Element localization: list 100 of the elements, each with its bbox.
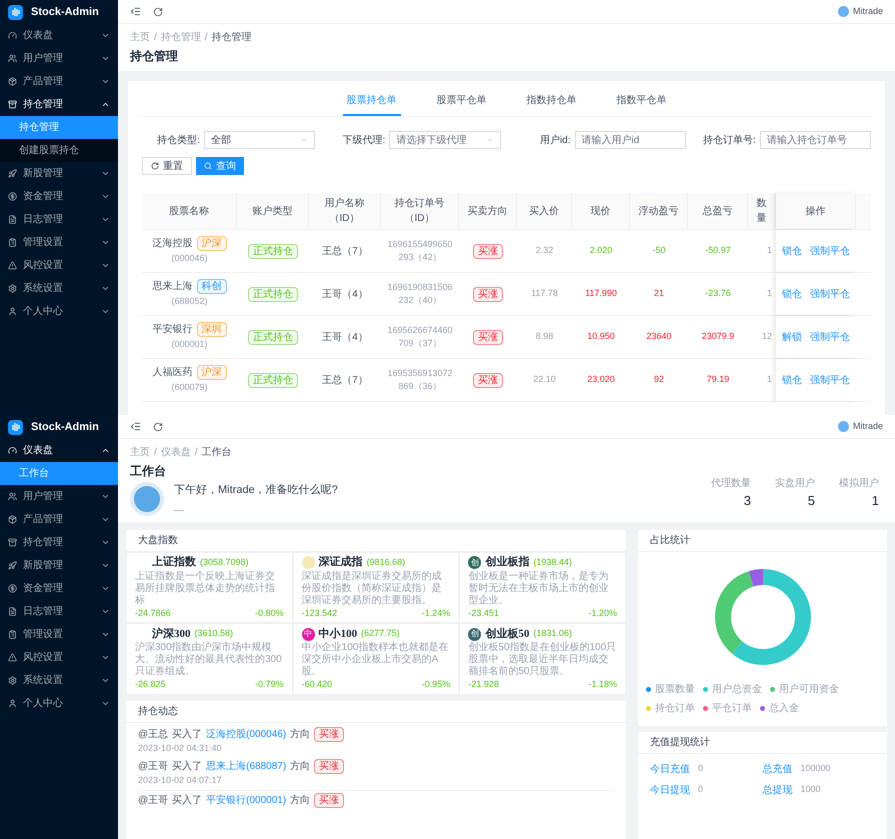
user-name[interactable]: Mitrade: [852, 420, 883, 434]
table-cell-text: 1695626674460709（37）: [386, 324, 454, 350]
select-field[interactable]: 全部: [204, 131, 316, 149]
user-icon: [8, 307, 17, 316]
menu-item[interactable]: 系统设置: [0, 277, 118, 300]
index-change: -123.542: [302, 606, 338, 620]
legend-label: 持仓订单: [655, 702, 695, 716]
user-name[interactable]: Mitrade: [852, 4, 883, 18]
warning-icon: [8, 653, 17, 662]
menu-item[interactable]: 新股管理: [0, 554, 118, 577]
clipboard-icon: [8, 630, 17, 639]
menu-item[interactable]: 系统设置: [0, 669, 118, 692]
index-percent: -0.79%: [255, 678, 284, 691]
column-header: 买卖方向: [468, 204, 508, 218]
index-name: 深证成指: [318, 554, 363, 570]
menu-fold-icon[interactable]: [130, 6, 141, 17]
activity-time: 2023-10-02 04:07:17: [138, 774, 223, 787]
menu-item[interactable]: 风控设置: [0, 254, 118, 277]
menu-item[interactable]: 管理设置: [0, 623, 118, 646]
table-cell-text: 10.950: [587, 330, 615, 344]
logo-icon: [8, 4, 23, 20]
menu-item[interactable]: 用户管理: [0, 485, 118, 508]
tab[interactable]: 指数持仓单: [522, 89, 580, 116]
menu-item[interactable]: 持仓管理: [0, 531, 118, 554]
menu-item[interactable]: 日志管理: [0, 208, 118, 231]
menu-item[interactable]: 产品管理: [0, 70, 118, 93]
table-cell-text: 21: [654, 287, 664, 300]
package-icon: [8, 77, 17, 86]
market-tag: 深圳: [196, 322, 226, 338]
users-icon: [8, 54, 17, 63]
stock-code: (600079): [171, 381, 208, 394]
menu-item[interactable]: 日志管理: [0, 600, 118, 623]
menu-item[interactable]: 新股管理: [0, 162, 118, 185]
menu-item[interactable]: 仪表盘: [0, 439, 118, 462]
column-header: 操作: [806, 204, 826, 218]
column-header: 数量: [756, 197, 768, 226]
index-name: 创业板指: [485, 554, 530, 570]
stock-name: 思来上海: [152, 280, 192, 294]
table-cell-text: 8.98: [536, 330, 554, 344]
tab[interactable]: 指数平仓单: [612, 89, 670, 116]
menu-item[interactable]: 用户管理: [0, 47, 118, 70]
input-field[interactable]: 请输入持仓订单号: [760, 131, 871, 149]
table-cell-text: 1: [766, 373, 772, 386]
menu-item[interactable]: 个人中心: [0, 692, 118, 715]
stat-label: 模拟用户: [839, 476, 879, 491]
reload-icon[interactable]: [153, 422, 163, 432]
menu-item[interactable]: 风控设置: [0, 646, 118, 669]
menu-item[interactable]: 持仓管理: [0, 93, 118, 116]
logo-text: Stock-Admin: [31, 420, 99, 435]
logo-text: Stock-Admin: [31, 4, 99, 20]
stock-code: (000001): [171, 338, 208, 352]
activity-user: @王哥: [138, 760, 168, 774]
fund-value: 0: [698, 762, 704, 776]
rocket-icon: [8, 169, 17, 178]
gauge-icon: [8, 31, 17, 40]
submenu-item[interactable]: 创建股票持仓: [0, 139, 118, 162]
menu-item[interactable]: 个人中心: [0, 300, 118, 323]
table-cell-text: -50.97: [705, 244, 731, 258]
activity-verb: 买入了: [172, 794, 202, 808]
index-value: (3610.58): [194, 627, 234, 640]
stock-code: (688052): [171, 295, 208, 308]
activity-label: 方向: [290, 728, 310, 742]
greeting-subtitle: —: [174, 504, 185, 518]
card-title: 占比统计: [650, 534, 690, 548]
stock-code: (000046): [171, 252, 208, 266]
direction-tag: 买涨: [473, 286, 503, 302]
reload-icon[interactable]: [153, 6, 163, 16]
activity-label: 方向: [290, 794, 310, 808]
menu-item[interactable]: 资金管理: [0, 577, 118, 600]
stock-name: 人福医药: [152, 366, 192, 380]
index-logo-icon: 创: [468, 556, 482, 569]
menu-item[interactable]: 仪表盘: [0, 24, 118, 47]
index-percent: -1.20%: [588, 606, 617, 620]
index-percent: -1.18%: [588, 678, 617, 691]
table-cell-text: 2.32: [536, 244, 554, 258]
activity-verb: 买入了: [172, 760, 202, 774]
tab[interactable]: 股票平仓单: [432, 89, 490, 116]
direction-tag: 买涨: [473, 244, 503, 258]
direction-tag: 买涨: [314, 726, 344, 742]
reset-button[interactable]: 重置: [142, 157, 192, 175]
input-field[interactable]: 请输入用户id: [574, 131, 686, 149]
menu-item[interactable]: 资金管理: [0, 185, 118, 208]
table-cell-text: 1696155499650293（42）: [386, 238, 454, 264]
column-header: 用户名称（ID）: [324, 196, 366, 226]
table-cell-text: 王哥（4）: [322, 288, 368, 302]
index-percent: -1.24%: [422, 606, 450, 620]
card-title: 大盘指数: [138, 534, 178, 548]
menu-item[interactable]: 产品管理: [0, 508, 118, 531]
settings-icon: [8, 284, 17, 293]
select-field[interactable]: 请选择下级代理: [389, 131, 500, 149]
market-tag: 科创: [196, 279, 226, 294]
avatar-image: [130, 482, 164, 516]
index-change: -26.825: [135, 678, 166, 691]
column-header: 现价: [590, 204, 610, 218]
menu-item[interactable]: 管理设置: [0, 231, 118, 254]
breadcrumb-item: 工作台: [202, 446, 232, 460]
menu-fold-icon[interactable]: [130, 421, 141, 432]
index-value: (6277.75): [361, 627, 400, 640]
filter-label: 用户id:: [538, 134, 570, 148]
gauge-icon: [8, 446, 17, 455]
